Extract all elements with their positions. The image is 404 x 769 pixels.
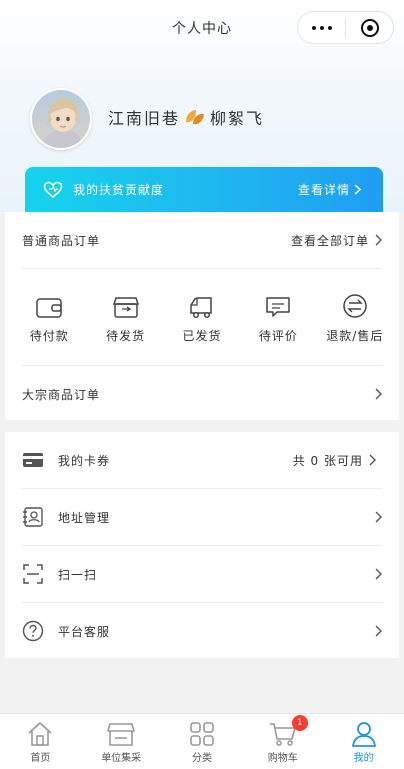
dot-icon — [311, 25, 316, 30]
status-label: 待评价 — [258, 328, 298, 343]
menu-item-label: 我的卡券 — [58, 453, 111, 468]
bulk-orders-title: 大宗商品订单 — [22, 387, 101, 402]
tab-home[interactable]: 首页 — [0, 714, 81, 769]
refund-icon — [342, 291, 368, 319]
chevron-right-icon — [369, 454, 376, 466]
tab-label: 购物车 — [267, 753, 298, 764]
dot-icon — [319, 25, 324, 30]
status-label: 退款/售后 — [326, 328, 384, 343]
username: 江南旧巷 柳絮飞 — [108, 105, 264, 129]
wallet-icon — [35, 291, 63, 319]
user-icon — [350, 719, 378, 749]
tab-cart[interactable]: 1 购物车 — [242, 714, 323, 769]
status-pending-payment[interactable]: 待付款 — [11, 291, 87, 344]
chevron-right-icon — [375, 234, 382, 246]
chevron-right-icon — [375, 568, 382, 580]
tab-label: 单位集采 — [101, 753, 142, 764]
tab-label: 我的 — [353, 753, 374, 764]
normal-orders-title: 普通商品订单 — [22, 233, 101, 248]
menu-item-label: 地址管理 — [58, 510, 111, 525]
status-shipped[interactable]: 已发货 — [164, 291, 240, 344]
menu-item-label: 扫一扫 — [58, 567, 98, 582]
menu-item-customer-service[interactable]: 平台客服 — [5, 603, 399, 659]
view-all-orders-link[interactable]: 查看全部订单 — [291, 232, 382, 249]
target-icon — [360, 18, 379, 37]
orders-card: 普通商品订单 查看全部订单 待付款 待发货 已发货 待评价 退款/售后 大宗商品… — [5, 212, 399, 420]
mini-program-capsule — [297, 11, 394, 44]
comment-icon — [264, 291, 292, 319]
username-part1: 江南旧巷 — [108, 109, 181, 128]
status-label: 待发货 — [106, 328, 146, 343]
bottom-tab-bar: 首页 单位集采 分类 1 购物车 我的 — [0, 713, 404, 769]
view-all-orders-label: 查看全部订单 — [290, 233, 369, 248]
menu-item-address[interactable]: 地址管理 — [5, 489, 399, 545]
chevron-right-icon — [375, 511, 382, 523]
tab-mine[interactable]: 我的 — [323, 714, 404, 769]
cart-badge: 1 — [291, 715, 308, 731]
more-options-button[interactable] — [298, 12, 345, 43]
menu-item-scan[interactable]: 扫一扫 — [5, 546, 399, 602]
leaf-emoji-icon — [184, 108, 206, 126]
grid-icon — [189, 719, 215, 749]
tab-label: 首页 — [30, 753, 51, 764]
status-refund[interactable]: 退款/售后 — [317, 291, 393, 344]
bulk-orders-row[interactable]: 大宗商品订单 — [5, 366, 399, 422]
dot-icon — [327, 25, 332, 30]
coupons-count: 共 0 张可用 — [293, 452, 382, 469]
menu-item-coupons[interactable]: 我的卡券 共 0 张可用 — [5, 432, 399, 488]
username-part2: 柳絮飞 — [210, 109, 265, 128]
order-status-grid: 待付款 待发货 已发货 待评价 退款/售后 — [5, 269, 399, 365]
truck-icon — [187, 291, 217, 319]
home-icon — [26, 719, 54, 749]
contribution-banner[interactable]: 我的扶贫贡献度 查看详情 — [25, 167, 383, 212]
store-icon — [106, 719, 136, 749]
card-icon — [22, 452, 44, 468]
tab-category[interactable]: 分类 — [162, 714, 243, 769]
status-label: 待付款 — [29, 328, 69, 343]
avatar[interactable] — [30, 88, 92, 150]
status-pending-review[interactable]: 待评价 — [240, 291, 316, 344]
coupons-count-label: 共 0 张可用 — [292, 453, 363, 468]
status-pending-shipment[interactable]: 待发货 — [87, 291, 163, 344]
heart-icon — [43, 181, 63, 199]
tab-label: 分类 — [191, 753, 212, 764]
contribution-label: 我的扶贫贡献度 — [73, 183, 165, 197]
chevron-right-icon — [375, 388, 382, 400]
tab-group-purchase[interactable]: 单位集采 — [81, 714, 162, 769]
chevron-right-icon — [354, 184, 361, 195]
scan-icon — [22, 563, 44, 585]
close-mini-program-button[interactable] — [346, 12, 393, 43]
normal-orders-row[interactable]: 普通商品订单 查看全部订单 — [5, 212, 399, 268]
status-label: 已发货 — [182, 328, 222, 343]
avatar-image — [32, 90, 90, 148]
chevron-right-icon — [375, 625, 382, 637]
view-details-label: 查看详情 — [297, 183, 350, 197]
address-icon — [22, 506, 44, 528]
cart-icon: 1 — [268, 715, 308, 749]
view-details-link[interactable]: 查看详情 — [298, 181, 361, 198]
menu-item-label: 平台客服 — [58, 624, 111, 639]
profile-header: 个人中心 江南旧巷 柳絮飞 我的扶贫贡献度 查看详情 — [0, 0, 404, 212]
menu-card: 我的卡券 共 0 张可用 地址管理 扫一扫 平台客服 — [5, 432, 399, 658]
box-icon — [112, 291, 140, 319]
help-icon — [22, 620, 44, 642]
